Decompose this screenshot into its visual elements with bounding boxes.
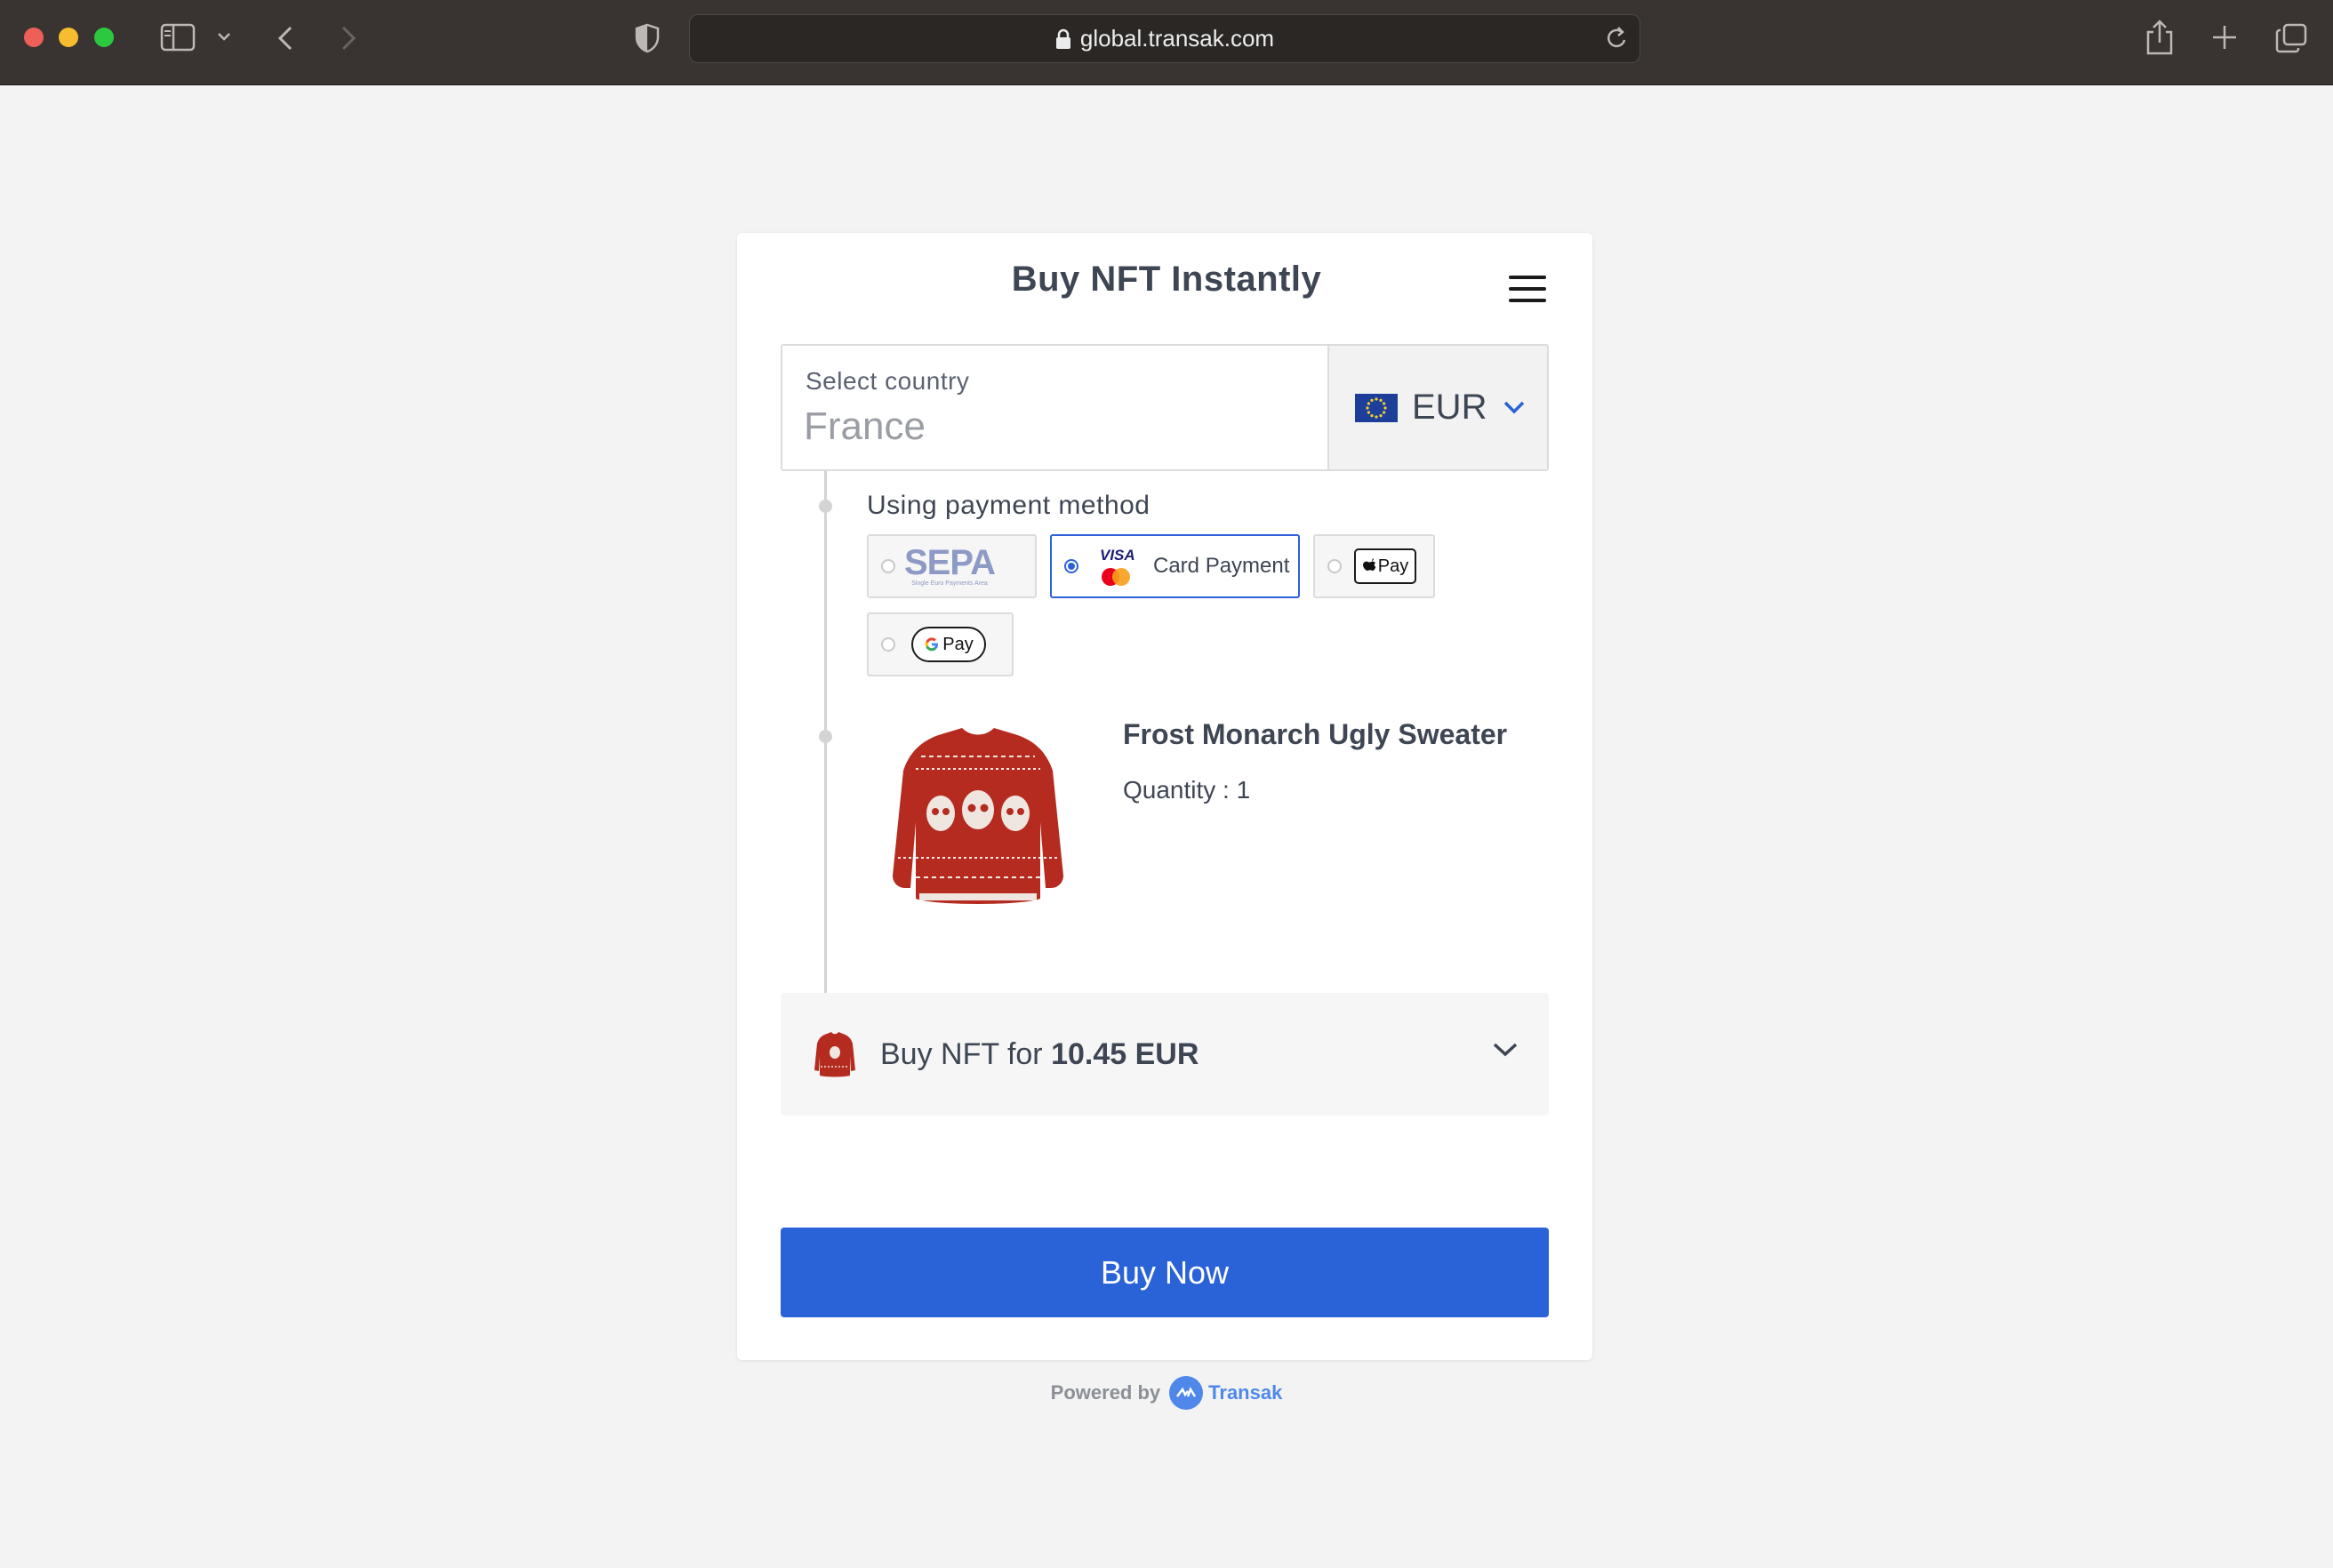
privacy-shield-icon[interactable] — [635, 23, 660, 53]
currency-dropdown[interactable]: EUR — [1327, 346, 1547, 469]
radio-card[interactable] — [1064, 559, 1078, 573]
page-title: Buy NFT Instantly — [1011, 260, 1322, 299]
apple-pay-icon: Pay — [1354, 548, 1416, 584]
minimize-window-button[interactable] — [59, 28, 78, 47]
radio-sepa[interactable] — [881, 559, 895, 573]
google-pay-icon: Pay — [911, 627, 986, 662]
order-summary-toggle[interactable]: Buy NFT for 10.45 EUR — [781, 993, 1549, 1116]
nft-thumbnail — [814, 1031, 856, 1077]
back-icon[interactable] — [277, 25, 294, 52]
country-selector[interactable]: Select country France EUR — [781, 344, 1549, 471]
reload-icon[interactable] — [1606, 26, 1629, 51]
address-bar[interactable]: global.transak.com — [689, 14, 1640, 63]
chevron-down-icon — [1504, 401, 1525, 413]
summary-text: Buy NFT for 10.45 EUR — [880, 1037, 1199, 1071]
nft-name: Frost Monarch Ugly Sweater — [1123, 718, 1508, 750]
tab-overview-icon[interactable] — [2275, 23, 2307, 53]
timeline-dot — [819, 730, 832, 743]
new-tab-icon[interactable] — [2211, 24, 2238, 51]
card-payment-label: Card Payment — [1153, 554, 1290, 578]
powered-by-footer: Powered by Transak — [0, 1376, 2333, 1410]
powered-by-label: Powered by — [1050, 1381, 1161, 1404]
payment-option-sepa[interactable]: SEPA Single Euro Payments Area — [867, 534, 1037, 598]
lock-icon — [1055, 28, 1070, 49]
forward-icon[interactable] — [340, 25, 357, 52]
nft-sweater-image — [889, 724, 1067, 911]
eu-flag-icon — [1355, 393, 1398, 422]
transak-brand[interactable]: Transak — [1208, 1381, 1282, 1404]
buy-now-button[interactable]: Buy Now — [781, 1228, 1549, 1317]
url-text: global.transak.com — [1079, 25, 1275, 52]
radio-google-pay[interactable] — [881, 637, 895, 652]
close-window-button[interactable] — [24, 28, 44, 47]
menu-icon[interactable] — [1509, 276, 1546, 302]
radio-apple-pay[interactable] — [1327, 559, 1342, 573]
visa-mastercard-icon: VISA — [1096, 547, 1139, 586]
browser-toolbar: global.transak.com — [0, 0, 2333, 85]
country-value[interactable]: France — [804, 404, 926, 449]
zoom-window-button[interactable] — [94, 28, 114, 47]
sidebar-icon[interactable] — [160, 23, 196, 52]
chevron-down-icon[interactable] — [217, 32, 231, 43]
chevron-down-icon — [1493, 1043, 1518, 1057]
timeline-dot — [819, 500, 832, 513]
nft-quantity: Quantity : 1 — [1123, 776, 1251, 804]
transak-logo-icon — [1169, 1376, 1204, 1410]
payment-option-card[interactable]: VISA Card Payment — [1050, 534, 1300, 598]
currency-code: EUR — [1412, 388, 1487, 427]
payment-option-google-pay[interactable]: Pay — [867, 612, 1014, 676]
summary-amount: 10.45 EUR — [1051, 1037, 1199, 1071]
sepa-logo: SEPA Single Euro Payments Area — [904, 543, 996, 587]
share-icon[interactable] — [2145, 20, 2174, 55]
country-label: Select country — [806, 367, 970, 395]
payment-option-apple-pay[interactable]: Pay — [1313, 534, 1435, 598]
payment-method-label: Using payment method — [867, 491, 1150, 520]
